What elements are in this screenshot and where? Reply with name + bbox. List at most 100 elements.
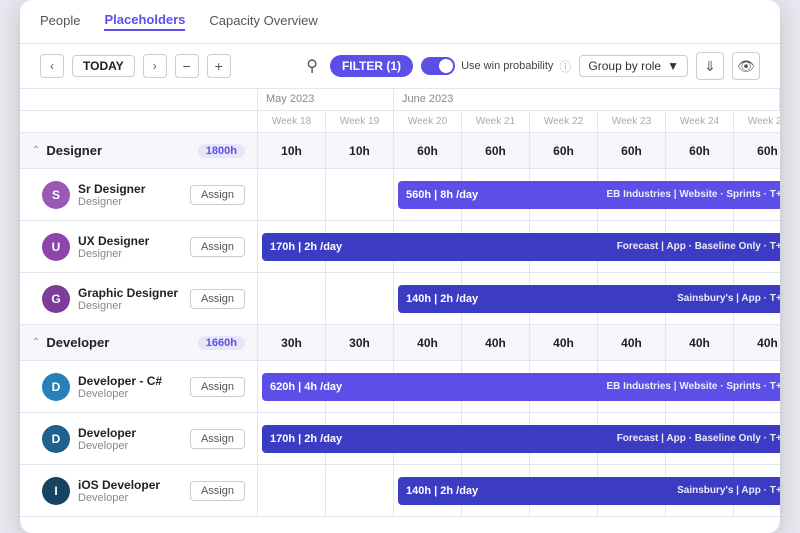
search-button[interactable]: ⚲	[302, 52, 322, 80]
avatar-developer: D	[42, 425, 70, 453]
bar-developer[interactable]: 170h | 2h /day Forecast | App · Baseline…	[262, 425, 780, 453]
right-panel: May 2023 June 2023 Week 18 Week 19 Week …	[258, 89, 780, 517]
tab-bar: People Placeholders Capacity Overview	[20, 0, 780, 44]
week-header: Week 18 Week 19 Week 20 Week 21 Week 22 …	[258, 111, 780, 133]
role-ux-designer: Designer	[78, 248, 182, 260]
win-probability-toggle-wrap: Use win probability ⓘ	[421, 57, 571, 75]
group-by-label: Group by role	[588, 59, 661, 73]
designer-week-19-hours: 10h	[326, 133, 394, 168]
assign-ux-designer[interactable]: Assign	[190, 237, 245, 257]
prev-btn[interactable]: ‹	[40, 54, 64, 78]
main-grid: ⌃ Designer 1800h S Sr Designer Designer …	[20, 89, 780, 517]
name-sr-designer: Sr Designer	[78, 182, 182, 196]
week-19: Week 19	[326, 111, 394, 132]
toggle-label: Use win probability	[461, 60, 553, 72]
dev-week-19-hours: 30h	[326, 325, 394, 360]
week-20: Week 20	[394, 111, 462, 132]
week-21: Week 21	[462, 111, 530, 132]
left-panel: ⌃ Designer 1800h S Sr Designer Designer …	[20, 89, 258, 517]
today-button[interactable]: TODAY	[72, 55, 135, 77]
name-ux-designer: UX Designer	[78, 234, 182, 248]
download-icon-btn[interactable]: ⇓	[696, 52, 724, 80]
group-designer-hours: 1800h	[198, 144, 245, 158]
assign-developer[interactable]: Assign	[190, 429, 245, 449]
role-ios-developer: Developer	[78, 492, 182, 504]
zoom-in-btn[interactable]: +	[207, 54, 231, 78]
tab-people[interactable]: People	[40, 13, 80, 30]
role-dev-csharp: Developer	[78, 388, 182, 400]
role-developer: Developer	[78, 440, 182, 452]
group-developer-chevron[interactable]: ⌃	[32, 337, 40, 348]
tab-capacity[interactable]: Capacity Overview	[209, 13, 317, 30]
month-may: May 2023	[258, 89, 394, 110]
dev-week-23-hours: 40h	[598, 325, 666, 360]
group-by-select[interactable]: Group by role ▼	[579, 55, 688, 77]
week-18: Week 18	[258, 111, 326, 132]
group-developer-header: ⌃ Developer 1660h	[20, 325, 257, 361]
designer-week-21-hours: 60h	[462, 133, 530, 168]
bar-sr-designer[interactable]: 560h | 8h /day EB Industries | Website ·…	[398, 181, 780, 209]
bar-graphic-designer[interactable]: 140h | 2h /day Sainsbury's | App · T+M	[398, 285, 780, 313]
bar-dev-csharp[interactable]: 620h | 4h /day EB Industries | Website ·…	[262, 373, 780, 401]
role-sr-designer: Designer	[78, 196, 182, 208]
chevron-down-icon: ▼	[667, 59, 679, 73]
week-22: Week 22	[530, 111, 598, 132]
gantt-sr-designer: 560h | 8h /day EB Industries | Website ·…	[258, 169, 780, 221]
person-sr-designer: S Sr Designer Designer Assign	[20, 169, 257, 221]
week-23: Week 23	[598, 111, 666, 132]
designer-week-22-hours: 60h	[530, 133, 598, 168]
tab-placeholders[interactable]: Placeholders	[104, 12, 185, 31]
month-header: May 2023 June 2023	[258, 89, 780, 111]
group-developer-hours: 1660h	[198, 336, 245, 350]
group-developer-name: Developer	[46, 335, 191, 350]
designer-week-23-hours: 60h	[598, 133, 666, 168]
toolbar: ‹ TODAY › − + ⚲ FILTER (1) Use win proba…	[20, 44, 780, 89]
dev-week-24-hours: 40h	[666, 325, 734, 360]
person-developer: D Developer Developer Assign	[20, 413, 257, 465]
bar-ios-developer[interactable]: 140h | 2h /day Sainsbury's | App · T+M	[398, 477, 780, 505]
next-btn[interactable]: ›	[143, 54, 167, 78]
filter-button[interactable]: FILTER (1)	[330, 55, 413, 77]
assign-ios-developer[interactable]: Assign	[190, 481, 245, 501]
week-24: Week 24	[666, 111, 734, 132]
designer-week-18-hours: 10h	[258, 133, 326, 168]
name-dev-csharp: Developer - C#	[78, 374, 182, 388]
gantt-ux-designer: 170h | 2h /day Forecast | App · Baseline…	[258, 221, 780, 273]
assign-sr-designer[interactable]: Assign	[190, 185, 245, 205]
gantt-cells-sr-designer: 560h | 8h /day EB Industries | Website ·…	[258, 169, 780, 220]
developer-group-hours-row: 30h 30h 40h 40h 40h 40h 40h 40h	[258, 325, 780, 361]
designer-week-20-hours: 60h	[394, 133, 462, 168]
name-developer: Developer	[78, 426, 182, 440]
gantt-cells-dev-csharp: 620h | 4h /day EB Industries | Website ·…	[258, 361, 780, 412]
gantt-graphic-designer: 140h | 2h /day Sainsbury's | App · T+M	[258, 273, 780, 325]
month-june: June 2023	[394, 89, 780, 110]
eye-icon-btn[interactable]: 👁	[732, 52, 760, 80]
app-container: People Placeholders Capacity Overview ‹ …	[20, 0, 780, 533]
dev-week-25-hours: 40h	[734, 325, 780, 360]
week-25: Week 25	[734, 111, 780, 132]
avatar-ux-designer: U	[42, 233, 70, 261]
assign-graphic-designer[interactable]: Assign	[190, 289, 245, 309]
person-dev-csharp: D Developer - C# Developer Assign	[20, 361, 257, 413]
gantt-developer: 170h | 2h /day Forecast | App · Baseline…	[258, 413, 780, 465]
gantt-cells-ux-designer: 170h | 2h /day Forecast | App · Baseline…	[258, 221, 780, 272]
name-graphic-designer: Graphic Designer	[78, 286, 182, 300]
gantt-ios-developer: 140h | 2h /day Sainsbury's | App · T+M	[258, 465, 780, 517]
bar-ux-designer[interactable]: 170h | 2h /day Forecast | App · Baseline…	[262, 233, 780, 261]
group-designer-chevron[interactable]: ⌃	[32, 145, 40, 156]
dev-week-22-hours: 40h	[530, 325, 598, 360]
role-graphic-designer: Designer	[78, 300, 182, 312]
person-graphic-designer: G Graphic Designer Designer Assign	[20, 273, 257, 325]
gantt-cells-ios-developer: 140h | 2h /day Sainsbury's | App · T+M	[258, 465, 780, 516]
person-ux-designer: U UX Designer Designer Assign	[20, 221, 257, 273]
win-probability-toggle[interactable]	[421, 57, 455, 75]
person-ios-developer: I iOS Developer Developer Assign	[20, 465, 257, 517]
toggle-info-icon[interactable]: ⓘ	[559, 58, 571, 75]
designer-week-25-hours: 60h	[734, 133, 780, 168]
name-ios-developer: iOS Developer	[78, 478, 182, 492]
group-designer-name: Designer	[46, 143, 191, 158]
zoom-out-btn[interactable]: −	[175, 54, 199, 78]
dev-week-21-hours: 40h	[462, 325, 530, 360]
assign-dev-csharp[interactable]: Assign	[190, 377, 245, 397]
gantt-cells-developer: 170h | 2h /day Forecast | App · Baseline…	[258, 413, 780, 464]
